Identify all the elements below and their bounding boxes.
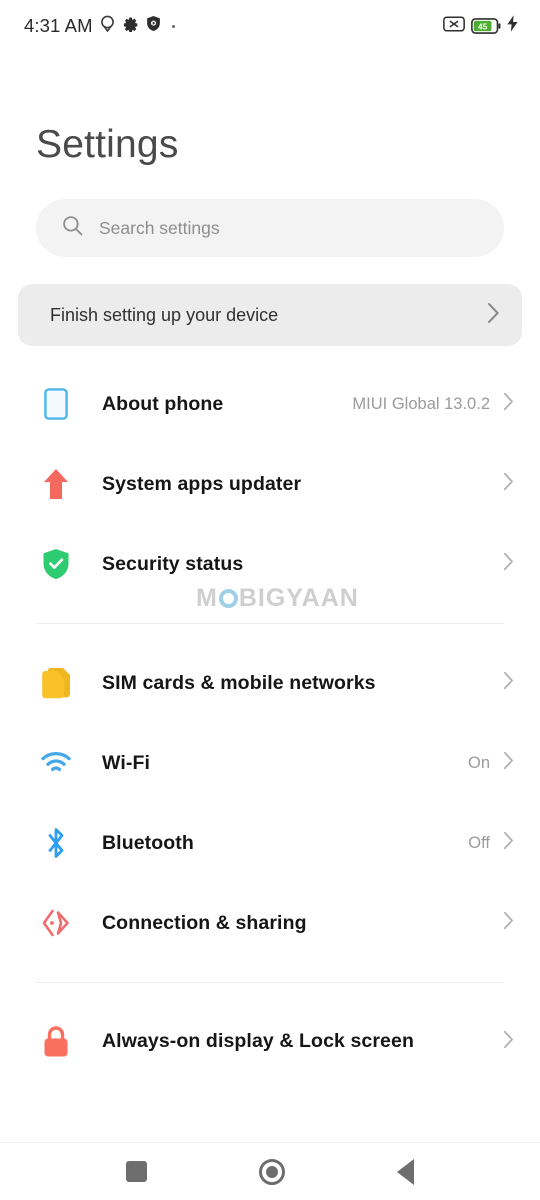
charging-bolt-icon bbox=[507, 15, 518, 37]
status-bar-right: 45 bbox=[443, 15, 518, 37]
lock-icon bbox=[36, 1022, 76, 1062]
bluetooth-icon bbox=[36, 823, 76, 863]
android-navigation-bar bbox=[0, 1142, 540, 1200]
home-circle-icon[interactable] bbox=[259, 1158, 285, 1185]
chevron-right-icon bbox=[503, 751, 514, 775]
settings-row-bluetooth[interactable]: Bluetooth Off bbox=[0, 803, 540, 883]
shield-check-icon bbox=[36, 544, 76, 584]
battery-indicator: 45 bbox=[471, 18, 501, 34]
svg-text:45: 45 bbox=[478, 22, 488, 32]
list-divider bbox=[36, 982, 504, 983]
settings-row-security-status[interactable]: Security status bbox=[0, 524, 540, 604]
settings-row-about-phone[interactable]: About phone MIUI Global 13.0.2 bbox=[0, 364, 540, 444]
settings-row-value: Off bbox=[468, 833, 490, 852]
search-input[interactable]: Search settings bbox=[36, 199, 504, 257]
settings-row-label: SIM cards & mobile networks bbox=[102, 671, 376, 694]
chevron-right-icon bbox=[503, 552, 514, 576]
location-pin-icon bbox=[100, 15, 115, 37]
phone-outline-icon bbox=[36, 384, 76, 424]
chevron-right-icon bbox=[503, 392, 514, 416]
gear-icon bbox=[122, 15, 139, 37]
chevron-right-icon bbox=[503, 831, 514, 855]
status-bar-clock: 4:31 AM bbox=[24, 15, 93, 36]
connection-sharing-icon bbox=[36, 903, 76, 943]
settings-row-label: Bluetooth bbox=[102, 831, 194, 854]
settings-row-sim-cards[interactable]: SIM cards & mobile networks bbox=[0, 643, 540, 723]
chevron-right-icon bbox=[503, 472, 514, 496]
settings-row-always-on-display-lock-screen[interactable]: Always-on display & Lock screen bbox=[0, 1002, 540, 1082]
chevron-right-icon bbox=[487, 302, 500, 329]
settings-scroll-area[interactable]: 4:31 AM 45 Settings Search settings Fini… bbox=[0, 0, 540, 1142]
arrow-up-icon bbox=[36, 464, 76, 504]
settings-list: About phone MIUI Global 13.0.2 System ap… bbox=[0, 364, 540, 1082]
dot-indicator bbox=[171, 24, 175, 28]
finish-setup-banner[interactable]: Finish setting up your device bbox=[18, 284, 522, 346]
chevron-right-icon bbox=[503, 911, 514, 935]
settings-row-label: System apps updater bbox=[102, 472, 302, 495]
recents-square-icon[interactable] bbox=[126, 1161, 147, 1182]
settings-row-label: Connection & sharing bbox=[102, 911, 307, 934]
search-placeholder: Search settings bbox=[99, 217, 220, 238]
settings-row-connection-sharing[interactable]: Connection & sharing bbox=[0, 883, 540, 963]
chevron-right-icon bbox=[503, 1030, 514, 1054]
settings-row-wifi[interactable]: Wi-Fi On bbox=[0, 723, 540, 803]
status-bar: 4:31 AM 45 bbox=[0, 0, 540, 52]
settings-row-label: About phone bbox=[102, 392, 224, 415]
settings-row-label: Security status bbox=[102, 552, 244, 575]
back-triangle-icon[interactable] bbox=[397, 1158, 414, 1185]
page-title: Settings bbox=[36, 123, 179, 166]
settings-row-label: Wi-Fi bbox=[102, 751, 150, 774]
shield-icon bbox=[146, 15, 161, 37]
finish-setup-label: Finish setting up your device bbox=[50, 304, 279, 325]
chevron-right-icon bbox=[503, 671, 514, 695]
home-dot bbox=[266, 1165, 278, 1178]
search-icon bbox=[62, 215, 83, 241]
settings-row-system-apps-updater[interactable]: System apps updater bbox=[0, 444, 540, 524]
status-bar-left: 4:31 AM bbox=[24, 15, 175, 37]
settings-row-label: Always-on display & Lock screen bbox=[102, 1030, 414, 1053]
settings-row-value: MIUI Global 13.0.2 bbox=[352, 394, 490, 413]
sim-card-icon bbox=[36, 663, 76, 703]
wifi-icon bbox=[36, 743, 76, 783]
mute-icon bbox=[443, 15, 465, 37]
list-divider bbox=[36, 623, 504, 624]
settings-row-value: On bbox=[467, 753, 490, 772]
